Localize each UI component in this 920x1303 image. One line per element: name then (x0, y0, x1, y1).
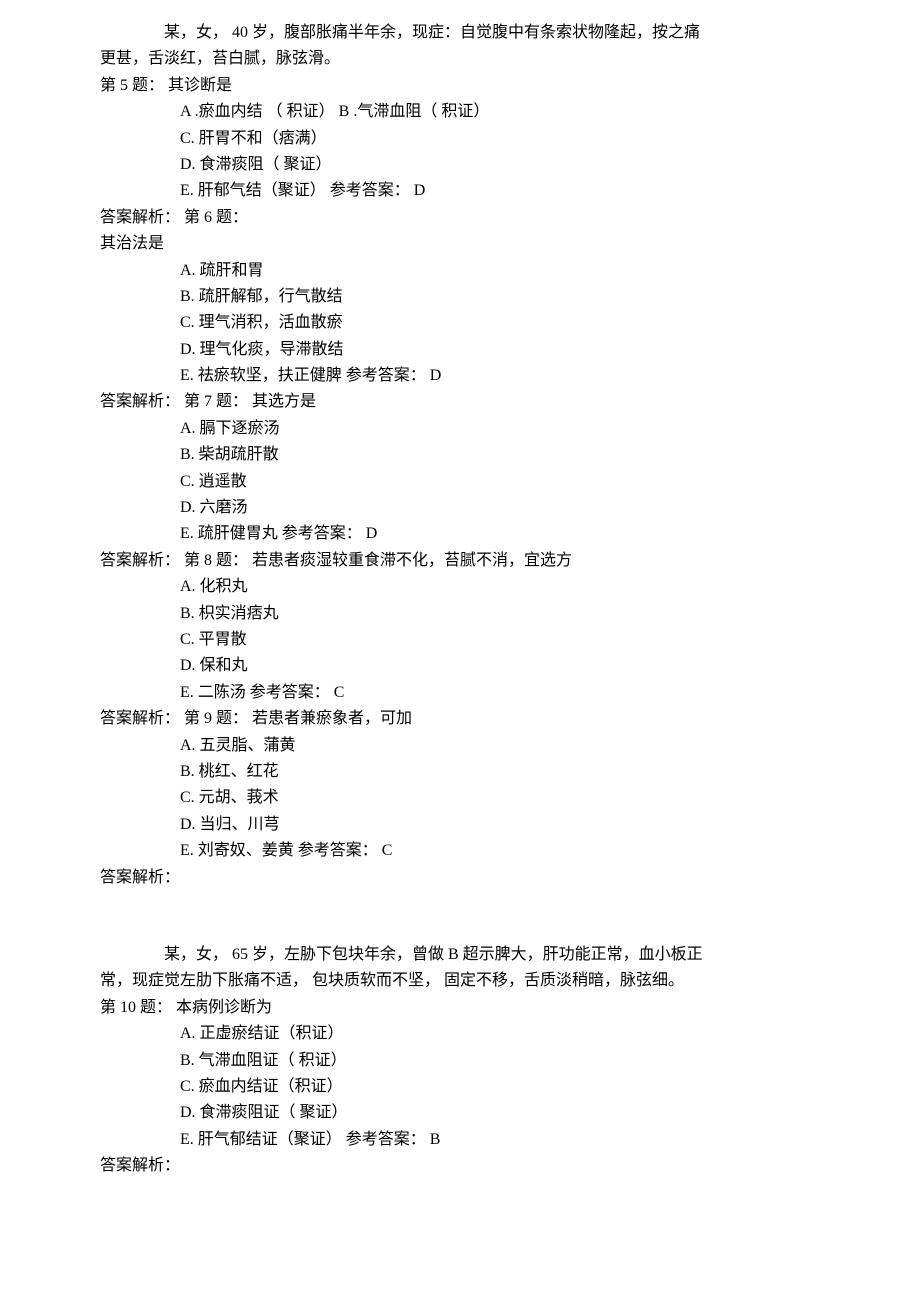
q10-option-d: D. 食滞痰阻证（ 聚证） (100, 1100, 870, 1126)
q7-option-a: A. 膈下逐瘀汤 (100, 416, 870, 442)
q5-option-e: E. 肝郁气结（聚证） 参考答案： D (100, 178, 870, 204)
case-1-intro-line1: 某，女， 40 岁，腹部胀痛半年余，现症：自觉腹中有条索状物隆起，按之痛 (100, 20, 870, 46)
q9-option-e: E. 刘寄奴、姜黄 参考答案： C (100, 838, 870, 864)
q5-option-d: D. 食滞痰阻（ 聚证） (100, 152, 870, 178)
q7-option-b: B. 柴胡疏肝散 (100, 442, 870, 468)
q6-option-a: A. 疏肝和胃 (100, 258, 870, 284)
q10-option-c: C. 瘀血内结证（积证） (100, 1074, 870, 1100)
q6-option-c: C. 理气消积，活血散瘀 (100, 310, 870, 336)
q9-option-a: A. 五灵脂、蒲黄 (100, 733, 870, 759)
q8-analysis-header: 答案解析： 第 8 题： 若患者痰湿较重食滞不化，苔腻不消，宜选方 (100, 548, 870, 574)
q8-option-e: E. 二陈汤 参考答案： C (100, 680, 870, 706)
case-1-intro-line2: 更甚，舌淡红，苔白腻，脉弦滑。 (100, 46, 870, 72)
q9-option-d: D. 当归、川芎 (100, 812, 870, 838)
q10-final-analysis: 答案解析： (100, 1153, 870, 1179)
q9-final-analysis: 答案解析： (100, 865, 870, 891)
section-spacer (100, 891, 870, 917)
case-2-intro-line2: 常，现症觉左肋下胀痛不适， 包块质软而不坚， 固定不移，舌质淡稍暗，脉弦细。 (100, 968, 870, 994)
q10-option-b: B. 气滞血阻证（ 积证） (100, 1048, 870, 1074)
q9-option-b: B. 桃红、红花 (100, 759, 870, 785)
q6-sub-header: 其治法是 (100, 231, 870, 257)
q7-option-e: E. 疏肝健胃丸 参考答案： D (100, 521, 870, 547)
question-10-header: 第 10 题： 本病例诊断为 (100, 995, 870, 1021)
q9-option-c: C. 元胡、莪术 (100, 785, 870, 811)
q5-option-ab: A .瘀血内结 （ 积证） B .气滞血阻（ 积证） (100, 99, 870, 125)
q10-option-e: E. 肝气郁结证（聚证） 参考答案： B (100, 1127, 870, 1153)
q8-option-c: C. 平胃散 (100, 627, 870, 653)
q6-option-e: E. 祛瘀软坚，扶正健脾 参考答案： D (100, 363, 870, 389)
q7-option-c: C. 逍遥散 (100, 469, 870, 495)
case-2-intro-line1: 某，女， 65 岁，左胁下包块年余，曾做 B 超示脾大，肝功能正常，血小板正 (100, 942, 870, 968)
q8-option-a: A. 化积丸 (100, 574, 870, 600)
q7-analysis-header: 答案解析： 第 7 题： 其选方是 (100, 389, 870, 415)
section-spacer (100, 916, 870, 942)
q10-option-a: A. 正虚瘀结证（积证） (100, 1021, 870, 1047)
q7-option-d: D. 六磨汤 (100, 495, 870, 521)
q6-option-d: D. 理气化痰，导滞散结 (100, 337, 870, 363)
q8-option-b: B. 枳实消痞丸 (100, 601, 870, 627)
q6-analysis-header: 答案解析： 第 6 题： (100, 205, 870, 231)
q6-option-b: B. 疏肝解郁，行气散结 (100, 284, 870, 310)
q5-option-c: C. 肝胃不和（痞满） (100, 126, 870, 152)
q9-analysis-header: 答案解析： 第 9 题： 若患者兼瘀象者，可加 (100, 706, 870, 732)
q8-option-d: D. 保和丸 (100, 653, 870, 679)
question-5-header: 第 5 题： 其诊断是 (100, 73, 870, 99)
